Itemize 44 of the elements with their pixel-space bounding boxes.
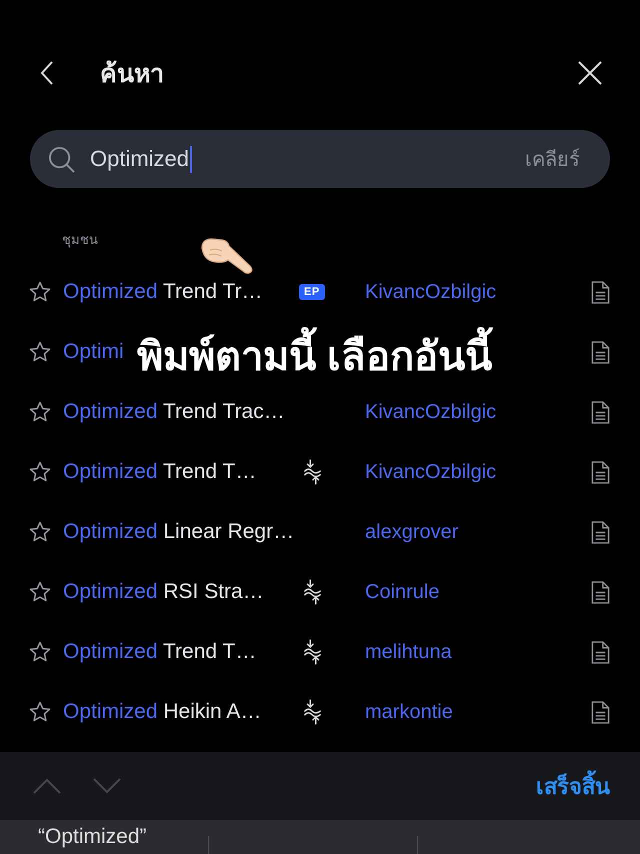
back-button[interactable] [40,60,54,86]
chevron-left-icon [40,60,54,86]
script-name[interactable]: Optimized Trend T… [63,640,256,663]
section-label: ชุมชน [62,232,98,247]
script-name[interactable]: Optimized Linear Regr… [63,520,294,543]
script-name[interactable]: Optimized Trend T… [63,460,256,483]
badge: EP [299,284,325,300]
document-icon[interactable] [591,580,610,604]
author-link[interactable]: markontie [365,700,453,724]
star-icon[interactable] [29,281,51,303]
star-icon[interactable] [29,341,51,363]
star-icon[interactable] [29,401,51,423]
document-icon[interactable] [591,460,610,484]
page-title: ค้นหา [100,59,164,90]
caption-text: พิมพ์ตามนี้ เลือกอันนี้ [137,324,492,388]
suggestion-item[interactable]: “Optimized” [38,825,147,849]
script-name[interactable]: Optimized RSI Stra… [63,580,264,603]
script-name[interactable]: Optimi [63,340,124,363]
close-icon [578,61,602,85]
document-icon[interactable] [591,340,610,364]
document-icon[interactable] [591,400,610,424]
star-icon[interactable] [29,521,51,543]
script-name[interactable]: Optimized Trend Trac… [63,400,285,423]
author-link[interactable]: melihtuna [365,640,452,664]
search-icon [48,146,75,172]
document-icon[interactable] [591,280,610,304]
clear-button[interactable]: เคลียร์ [525,143,580,175]
document-icon[interactable] [591,520,610,544]
star-icon[interactable] [29,461,51,483]
star-icon[interactable] [29,701,51,723]
author-link[interactable]: Coinrule [365,580,440,604]
script-name[interactable]: Optimized Trend Tr… [63,280,263,303]
author-link[interactable]: alexgrover [365,520,458,544]
author-link[interactable]: KivancOzbilgic [365,400,496,424]
author-link[interactable]: KivancOzbilgic [365,460,496,484]
script-name[interactable]: Optimized Heikin A… [63,700,262,723]
document-icon[interactable] [591,640,610,664]
done-button[interactable]: เสร็จสิ้น [536,768,610,804]
close-button[interactable] [578,61,602,85]
star-icon[interactable] [29,581,51,603]
document-icon[interactable] [591,700,610,724]
search-field[interactable]: Optimized เคลียร์ [30,130,610,188]
star-icon[interactable] [29,641,51,663]
author-link[interactable]: KivancOzbilgic [365,280,496,304]
